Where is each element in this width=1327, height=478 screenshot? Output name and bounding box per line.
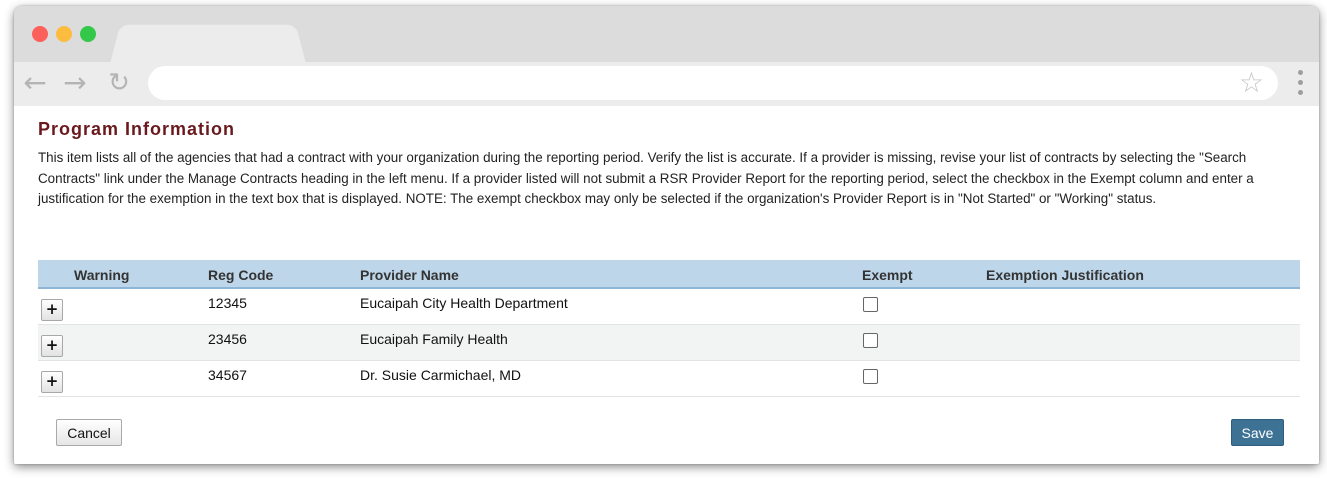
providers-table: Warning Reg Code Provider Name Exempt Ex… — [38, 260, 1300, 397]
page-title: Program Information — [38, 119, 236, 139]
kebab-menu-icon[interactable] — [1297, 70, 1305, 98]
reg-code-cell: 12345 — [208, 295, 247, 311]
provider-name-cell: Eucaipah City Health Department — [360, 295, 568, 311]
exempt-checkbox[interactable] — [863, 333, 878, 348]
expand-row-button[interactable]: + — [41, 299, 63, 321]
browser-window: ← → ↻ ☆ Program Information This item li… — [14, 6, 1319, 464]
arrow-right-icon[interactable]: → — [60, 68, 90, 98]
provider-name-cell: Eucaipah Family Health — [360, 331, 508, 347]
column-header-provider-name[interactable]: Provider Name — [360, 267, 459, 283]
expand-row-button[interactable]: + — [41, 335, 63, 357]
column-header-exemption-justification[interactable]: Exemption Justification — [986, 267, 1144, 283]
expand-row-button[interactable]: + — [41, 371, 63, 393]
close-window-button[interactable] — [32, 26, 48, 42]
exempt-checkbox[interactable] — [863, 297, 878, 312]
page-description: This item lists all of the agencies that… — [38, 150, 1254, 206]
table-row: + 23456 Eucaipah Family Health — [38, 325, 1300, 361]
address-bar[interactable]: ☆ — [148, 66, 1278, 100]
browser-tab[interactable] — [110, 24, 306, 64]
page-content: Program Information This item lists all … — [14, 106, 1319, 464]
minimize-window-button[interactable] — [56, 26, 72, 42]
arrow-left-icon[interactable]: ← — [20, 68, 50, 98]
star-icon[interactable]: ☆ — [1239, 68, 1264, 98]
table-row: + 12345 Eucaipah City Health Department — [38, 289, 1300, 325]
column-header-warning[interactable]: Warning — [74, 267, 129, 283]
reload-icon[interactable]: ↻ — [104, 68, 134, 98]
exempt-checkbox[interactable] — [863, 369, 878, 384]
save-button[interactable]: Save — [1231, 419, 1284, 446]
cancel-button[interactable]: Cancel — [56, 419, 122, 446]
column-header-exempt[interactable]: Exempt — [862, 267, 913, 283]
reg-code-cell: 34567 — [208, 367, 247, 383]
table-row: + 34567 Dr. Susie Carmichael, MD — [38, 361, 1300, 397]
reg-code-cell: 23456 — [208, 331, 247, 347]
provider-name-cell: Dr. Susie Carmichael, MD — [360, 367, 522, 383]
column-header-reg-code[interactable]: Reg Code — [208, 267, 273, 283]
maximize-window-button[interactable] — [80, 26, 96, 42]
table-header: Warning Reg Code Provider Name Exempt Ex… — [38, 260, 1300, 289]
